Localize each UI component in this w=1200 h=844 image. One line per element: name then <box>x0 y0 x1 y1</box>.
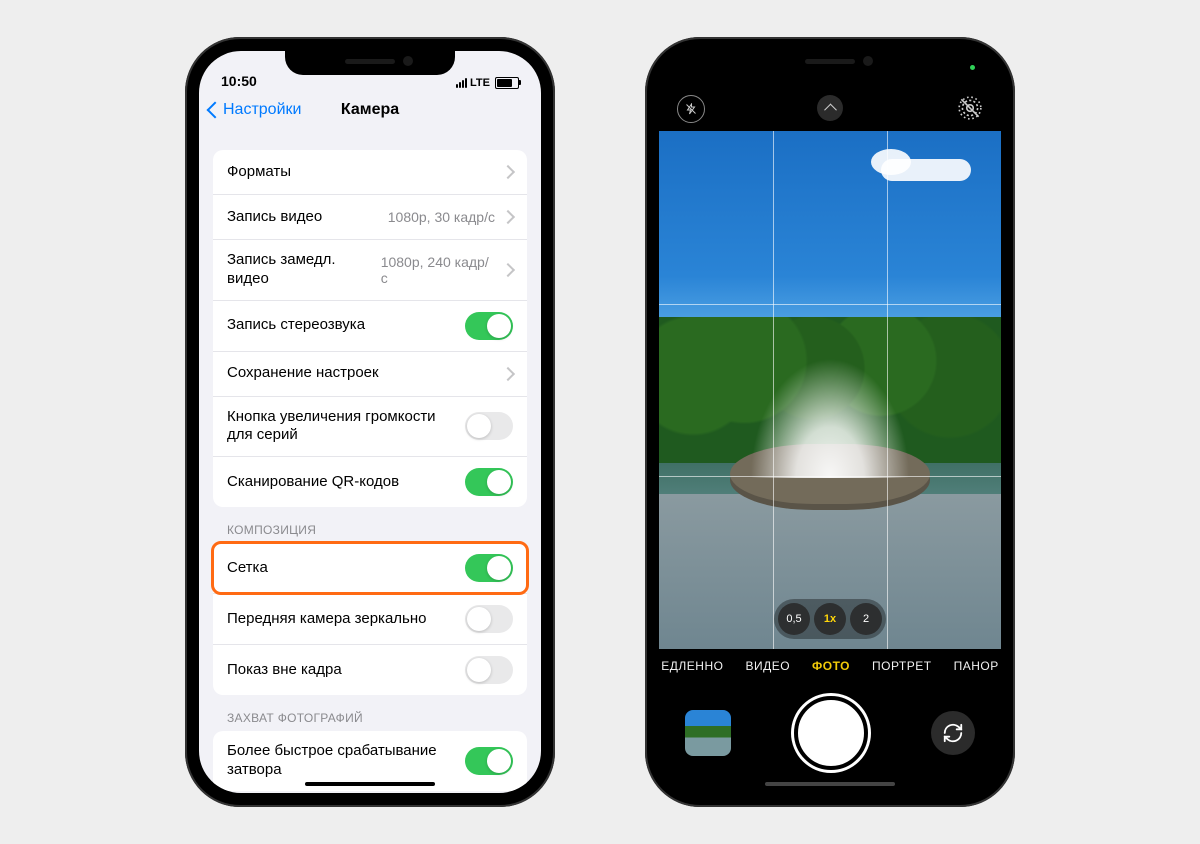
page-title: Камера <box>341 101 399 119</box>
group-header-capture: ЗАХВАТ ФОТОГРАФИЙ <box>213 695 527 731</box>
settings-content[interactable]: Форматы Запись видео 1080p, 30 кадр/с За… <box>199 132 541 793</box>
back-button[interactable]: Настройки <box>199 101 301 119</box>
row-label: Передняя камера зеркально <box>227 610 427 629</box>
battery-icon <box>495 77 519 89</box>
zoom-selector: 0,5 1x 2 <box>774 599 886 639</box>
toggle-volume-burst[interactable] <box>465 412 513 440</box>
mode-slomo[interactable]: ЕДЛЕННО <box>661 659 723 673</box>
row-label: Кнопка увеличения громкости для серий <box>227 408 437 446</box>
shutter-button[interactable] <box>794 696 868 770</box>
toggle-faster-shutter[interactable] <box>465 747 513 775</box>
chevron-right-icon <box>501 263 515 277</box>
status-right: LTE <box>456 77 519 89</box>
grid-line <box>887 131 888 649</box>
row-record-video[interactable]: Запись видео 1080p, 30 кадр/с <box>213 194 527 239</box>
live-photo-off-icon[interactable] <box>957 95 983 121</box>
row-grid[interactable]: Сетка <box>213 543 527 593</box>
mode-pano[interactable]: ПАНОР <box>954 659 999 673</box>
group-footer-capture: Подстраивать качество изображений при бы… <box>213 791 527 794</box>
zoom-1x[interactable]: 1x <box>814 603 846 635</box>
group-header-composition: КОМПОЗИЦИЯ <box>213 507 527 543</box>
phone-camera: 0,5 1x 2 ЕДЛЕННО ВИДЕО ФОТО ПОРТРЕТ ПАНО… <box>645 37 1015 807</box>
row-preserve-settings[interactable]: Сохранение настроек <box>213 351 527 396</box>
mode-photo[interactable]: ФОТО <box>812 659 850 673</box>
row-scan-qr[interactable]: Сканирование QR-кодов <box>213 456 527 507</box>
settings-group-main: Форматы Запись видео 1080p, 30 кадр/с За… <box>213 150 527 507</box>
toggle-grid[interactable] <box>465 554 513 582</box>
row-label: Более быстрое срабатывание затвора <box>227 742 437 780</box>
network-label: LTE <box>470 77 490 89</box>
row-volume-burst[interactable]: Кнопка увеличения громкости для серий <box>213 396 527 457</box>
notch <box>285 49 455 75</box>
row-value: 1080p, 240 кадр/с <box>381 254 495 286</box>
home-indicator[interactable] <box>765 782 895 786</box>
chevron-right-icon <box>501 366 515 380</box>
zoom-0-5x[interactable]: 0,5 <box>778 603 810 635</box>
cloud-decoration <box>871 149 911 175</box>
camera-bottom-bar <box>659 683 1001 793</box>
phone-settings: 10:50 LTE Настройки Камера Форматы <box>185 37 555 807</box>
flip-camera-button[interactable] <box>931 711 975 755</box>
row-label: Сетка <box>227 559 268 578</box>
settings-group-composition: Сетка Передняя камера зеркально Показ вн… <box>213 543 527 695</box>
camera-mode-strip[interactable]: ЕДЛЕННО ВИДЕО ФОТО ПОРТРЕТ ПАНОР <box>659 649 1001 683</box>
row-label: Запись замедл. видео <box>227 251 381 289</box>
row-mirror-front[interactable]: Передняя камера зеркально <box>213 593 527 644</box>
settings-screen: 10:50 LTE Настройки Камера Форматы <box>199 51 541 793</box>
last-photo-thumbnail[interactable] <box>685 710 731 756</box>
row-view-outside-frame[interactable]: Показ вне кадра <box>213 644 527 695</box>
row-label: Запись видео <box>227 208 322 227</box>
row-record-slomo[interactable]: Запись замедл. видео 1080p, 240 кадр/с <box>213 239 527 300</box>
row-stereo-audio[interactable]: Запись стереозвука <box>213 300 527 351</box>
chevron-left-icon <box>207 102 224 119</box>
nav-bar: Настройки Камера <box>199 89 541 132</box>
row-label: Сканирование QR-кодов <box>227 473 399 492</box>
row-value: 1080p, 30 кадр/с <box>388 209 495 225</box>
chevron-right-icon <box>501 210 515 224</box>
signal-icon <box>456 78 467 88</box>
toggle-stereo-audio[interactable] <box>465 312 513 340</box>
zoom-2x[interactable]: 2 <box>850 603 882 635</box>
row-formats[interactable]: Форматы <box>213 150 527 194</box>
toggle-scan-qr[interactable] <box>465 468 513 496</box>
row-label: Сохранение настроек <box>227 364 379 383</box>
toggle-mirror-front[interactable] <box>465 605 513 633</box>
row-label: Форматы <box>227 163 291 182</box>
row-label: Показ вне кадра <box>227 661 342 680</box>
toggle-view-outside-frame[interactable] <box>465 656 513 684</box>
grid-line <box>773 131 774 649</box>
mode-portrait[interactable]: ПОРТРЕТ <box>872 659 932 673</box>
back-label: Настройки <box>223 101 301 119</box>
camera-viewfinder[interactable]: 0,5 1x 2 <box>659 131 1001 649</box>
mode-video[interactable]: ВИДЕО <box>745 659 790 673</box>
grid-line <box>659 304 1001 305</box>
status-time: 10:50 <box>221 73 257 89</box>
grid-line <box>659 476 1001 477</box>
home-indicator[interactable] <box>305 782 435 786</box>
row-label: Запись стереозвука <box>227 316 365 335</box>
flash-off-icon[interactable] <box>677 95 705 123</box>
chevron-up-icon[interactable] <box>817 95 843 121</box>
notch <box>745 49 915 75</box>
chevron-right-icon <box>501 165 515 179</box>
camera-screen: 0,5 1x 2 ЕДЛЕННО ВИДЕО ФОТО ПОРТРЕТ ПАНО… <box>659 51 1001 793</box>
